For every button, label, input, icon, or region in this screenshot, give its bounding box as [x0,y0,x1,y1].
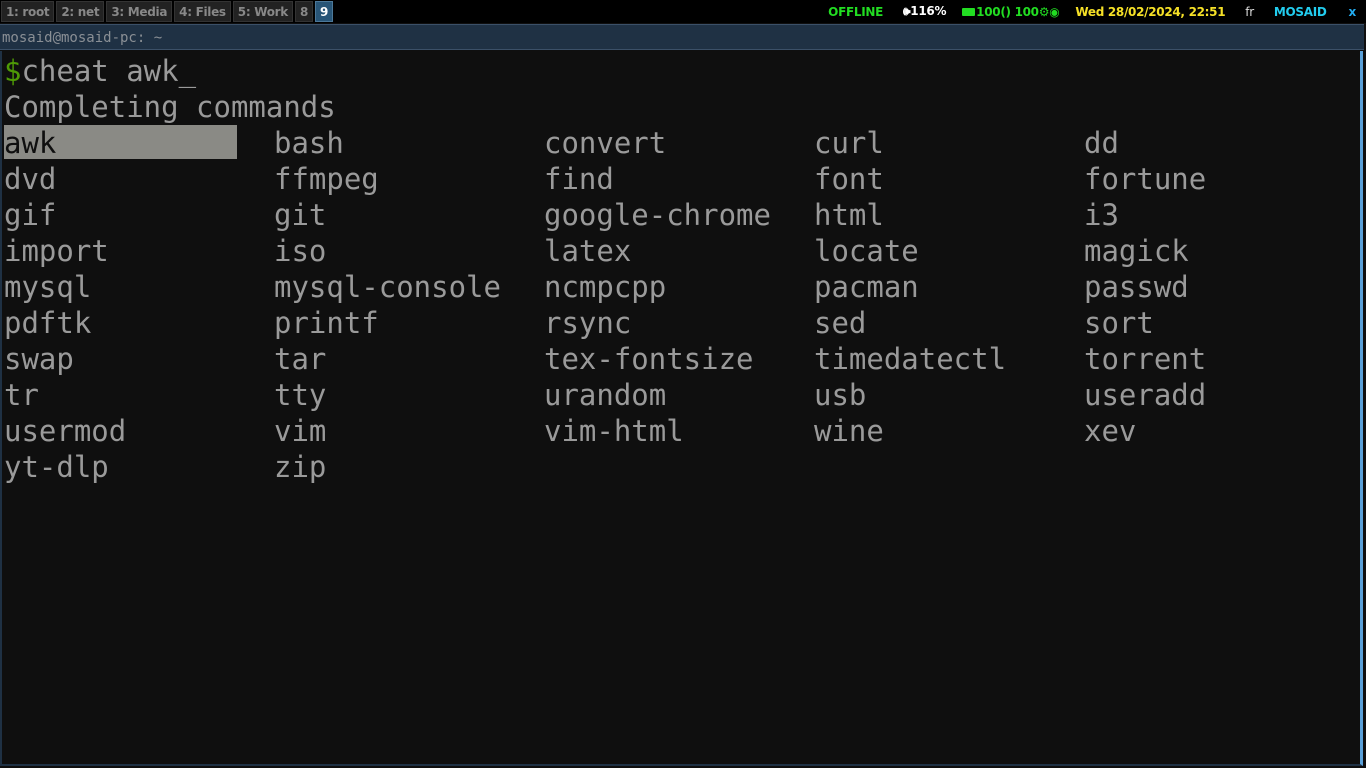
completion-item[interactable]: passwd [1084,269,1189,304]
completion-item[interactable]: printf [274,305,379,340]
workspace-button[interactable]: 9 [315,1,334,22]
workspace-button[interactable]: 8 [294,1,314,22]
prompt-line: $cheat awk_ [4,53,196,89]
workspace-list: 1: root 2: net 3: Media 4: Files 5: Work 8 9 [0,0,335,23]
completion-item[interactable]: html [814,197,884,232]
completion-item[interactable]: ffmpeg [274,161,379,196]
completion-item[interactable]: pacman [814,269,919,304]
completion-item[interactable]: tty [274,377,326,412]
keyboard-layout[interactable]: fr [1245,5,1254,19]
completion-item[interactable]: convert [544,125,666,160]
datetime: Wed 28/02/2024, 22:51 [1075,4,1226,19]
completion-item[interactable]: pdftk [4,305,91,340]
completion-item[interactable]: git [274,197,326,232]
completion-item[interactable]: latex [544,233,631,268]
close-button[interactable]: x [1349,5,1357,19]
completion-item[interactable]: timedatectl [814,341,1006,376]
completion-item[interactable]: usermod [4,413,126,448]
completion-item[interactable]: gif [4,197,56,232]
completion-item[interactable]: zip [274,449,326,484]
completion-item[interactable]: vim [274,413,326,448]
completion-item[interactable]: awk [4,125,237,160]
completion-item[interactable]: wine [814,413,884,448]
completion-item[interactable]: sed [814,305,866,340]
completion-item[interactable]: sort [1084,305,1154,340]
completion-item[interactable]: dvd [4,161,56,196]
completion-item[interactable]: tex-fontsize [544,341,754,376]
completion-item[interactable]: urandom [544,377,666,412]
volume-value: 116% [910,4,947,18]
completion-header: Completing commands [4,90,336,124]
terminal-area[interactable]: $cheat awk_ Completing commands awk bash c… [0,51,1363,766]
prompt-symbol: $ [4,54,22,88]
volume-status[interactable]: 🕪116% [903,4,946,19]
completion-item[interactable]: dd [1084,125,1119,160]
status-area: OFFLINE 🕪116% 100() 100⚙◉ Wed 28/02/2024… [828,0,1366,23]
completion-item[interactable]: rsync [544,305,631,340]
completion-item[interactable]: useradd [1084,377,1206,412]
completion-item[interactable]: ncmpcpp [544,269,666,304]
completion-item[interactable]: swap [4,341,74,376]
battery-icon [962,8,976,16]
workspace-button[interactable]: 4: Files [174,1,231,22]
completion-item[interactable]: vim-html [544,413,684,448]
battery-value: 100() 100 [976,4,1039,19]
top-status-bar: 1: root 2: net 3: Media 4: Files 5: Work 8 9 O… [0,0,1366,23]
completion-item[interactable]: google-chrome [544,197,771,232]
completion-item[interactable]: i3 [1084,197,1119,232]
cursor: _ [178,54,197,88]
completion-item[interactable]: import [4,233,109,268]
window-title[interactable]: mosaid@mosaid-pc: ~ [0,24,1364,50]
completion-item[interactable]: find [544,161,614,196]
workspace-button[interactable]: 5: Work [232,1,293,22]
completion-item[interactable]: torrent [1084,341,1206,376]
network-status: OFFLINE [828,4,884,19]
completion-item[interactable]: curl [814,125,884,160]
completion-item[interactable]: xev [1084,413,1136,448]
user-name: MOSAID [1273,4,1327,19]
terminal-window: mosaid@mosaid-pc: ~ $cheat awk_ Completi… [0,23,1366,768]
completion-item[interactable]: locate [814,233,919,268]
gear-icon: ⚙ [1038,4,1050,19]
completion-item[interactable]: usb [814,377,866,412]
completion-item[interactable]: mysql-console [274,269,501,304]
completion-item[interactable]: mysql [4,269,91,304]
completion-item[interactable]: bash [274,125,344,160]
completion-item[interactable]: font [814,161,884,196]
completion-item[interactable]: yt-dlp [4,449,109,484]
completion-item[interactable]: magick [1084,233,1189,268]
completion-item[interactable]: iso [274,233,326,268]
completion-item[interactable]: tr [4,377,39,412]
completion-item[interactable]: fortune [1084,161,1206,196]
completion-item[interactable]: tar [274,341,326,376]
eye-icon: ◉ [1049,4,1060,19]
workspace-button[interactable]: 2: net [56,1,105,22]
workspace-button[interactable]: 3: Media [106,1,173,22]
workspace-button[interactable]: 1: root [1,1,55,22]
command-input[interactable]: cheat awk [21,54,178,88]
battery-status: 100() 100⚙◉ [962,4,1060,19]
